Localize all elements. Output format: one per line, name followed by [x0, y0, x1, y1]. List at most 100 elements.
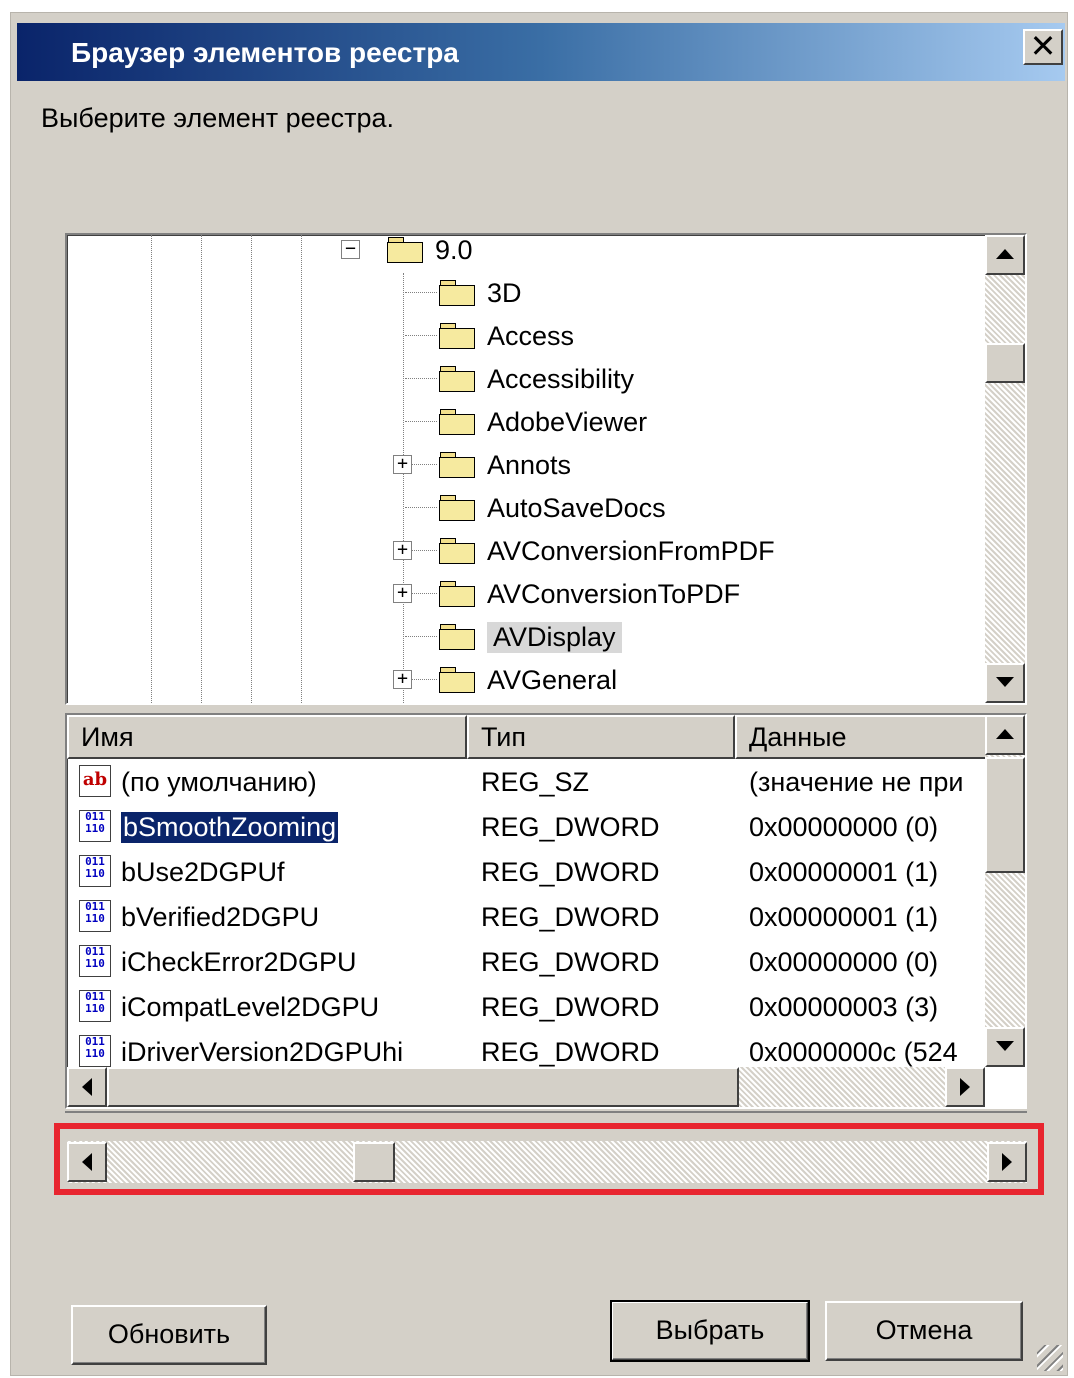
list-scroll-down-button[interactable]	[985, 1027, 1025, 1067]
prompt-label: Выберите элемент реестра.	[41, 103, 395, 133]
binary-value-icon: 011 110	[79, 810, 111, 842]
value-data: 0x00000000 (0)	[749, 947, 939, 977]
tree-item[interactable]: 3D	[439, 272, 522, 314]
tree-connector	[405, 421, 437, 422]
resize-grip-icon[interactable]	[1037, 1345, 1063, 1371]
window-title: Браузер элементов реестра	[71, 37, 459, 68]
tree-scroll-thumb[interactable]	[985, 343, 1025, 383]
folder-icon	[439, 495, 475, 521]
tree-item[interactable]: AVGeneral	[439, 659, 617, 701]
tree-guide-line	[301, 235, 302, 703]
value-type: REG_DWORD	[481, 1037, 660, 1067]
binary-value-icon: 011 110	[79, 855, 111, 887]
registry-tree[interactable]: 9.0 − 3D Access Accessibility AdobeViewer Anno…	[65, 233, 1027, 705]
tree-guide-line	[201, 235, 202, 703]
folder-icon	[439, 280, 475, 306]
value-type: REG_SZ	[481, 767, 590, 797]
folder-icon	[439, 581, 475, 607]
collapse-icon[interactable]: −	[341, 240, 360, 259]
cancel-button[interactable]: Отмена	[825, 1301, 1023, 1361]
registry-values-list[interactable]: Имя Тип Данные ab (по умолчанию) REG_SZ (зн…	[65, 713, 1027, 1109]
value-data: (значение не при	[749, 767, 964, 797]
list-item[interactable]: ab (по умолчанию) REG_SZ (значение не при	[67, 761, 987, 806]
title-bar[interactable]: Браузер элементов реестра ✕	[17, 23, 1065, 81]
tree-item[interactable]: Access	[439, 315, 574, 357]
list-item[interactable]: 011 110 bUse2DGPUf REG_DWORD 0x00000001 (1)	[67, 851, 987, 896]
folder-icon	[439, 323, 475, 349]
tree-item-label: AdobeViewer	[487, 406, 648, 437]
arrow-down-icon	[996, 1041, 1014, 1051]
tree-item-label: AVDisplay	[487, 621, 622, 653]
column-header-type[interactable]: Тип	[467, 715, 735, 759]
tree-item-label: 3D	[487, 277, 522, 308]
list-scroll-up-button[interactable]	[985, 715, 1025, 755]
binary-value-icon: 011 110	[79, 1035, 111, 1067]
arrow-up-icon	[996, 729, 1014, 739]
list-vertical-scrollbar[interactable]	[985, 715, 1025, 1067]
tree-vertical-scrollbar[interactable]	[985, 235, 1025, 703]
tree-item[interactable]: Accessibility	[439, 358, 634, 400]
value-type: REG_DWORD	[481, 902, 660, 932]
close-button[interactable]: ✕	[1023, 29, 1063, 65]
value-name: bVerified2DGPU	[121, 902, 320, 932]
expand-icon[interactable]: +	[393, 584, 412, 603]
expand-icon[interactable]: +	[393, 670, 412, 689]
list-item[interactable]: 011 110 iCompatLevel2DGPU REG_DWORD 0x00000…	[67, 986, 987, 1031]
tree-item[interactable]: 9.0	[387, 234, 473, 271]
value-name: bSmoothZooming	[119, 811, 340, 844]
value-name: iCheckError2DGPU	[121, 947, 357, 977]
value-type: REG_DWORD	[481, 812, 660, 842]
value-name: (по умолчанию)	[121, 767, 317, 797]
arrow-right-icon	[960, 1078, 970, 1096]
list-item[interactable]: 011 110 bVerified2DGPU REG_DWORD 0x00000001…	[67, 896, 987, 941]
select-button[interactable]: Выбрать	[610, 1300, 810, 1362]
folder-icon	[439, 624, 475, 650]
tree-item[interactable]: Annots	[439, 444, 571, 486]
folder-icon	[439, 452, 475, 478]
tree-item-label: AutoSaveDocs	[487, 492, 666, 523]
value-type: REG_DWORD	[481, 857, 660, 887]
value-name: bUse2DGPUf	[121, 857, 285, 887]
tree-item-label: 9.0	[435, 234, 473, 265]
folder-icon	[387, 237, 423, 263]
tree-item[interactable]: AVConversionFromPDF	[439, 530, 775, 572]
column-header-name[interactable]: Имя	[67, 715, 467, 759]
list-scroll-thumb[interactable]	[985, 757, 1025, 873]
folder-icon	[439, 366, 475, 392]
tree-guide-line	[151, 235, 152, 703]
registry-browser-dialog: Браузер элементов реестра ✕ Выберите эле…	[10, 12, 1068, 1376]
column-header-data[interactable]: Данные	[735, 715, 987, 759]
arrow-left-icon	[82, 1078, 92, 1096]
list-scroll-right-button[interactable]	[945, 1067, 985, 1107]
value-data: 0x00000001 (1)	[749, 902, 939, 932]
expand-icon[interactable]: +	[393, 541, 412, 560]
tree-scroll-down-button[interactable]	[985, 663, 1025, 703]
value-data: 0x0000000c (524	[749, 1037, 958, 1067]
binary-value-icon: 011 110	[79, 990, 111, 1022]
tree-item[interactable]: AdobeViewer	[439, 401, 647, 443]
value-type: REG_DWORD	[481, 947, 660, 977]
tree-item-label: AVConversionToPDF	[487, 578, 741, 609]
list-horizontal-thumb[interactable]	[107, 1067, 739, 1107]
value-data: 0x00000001 (1)	[749, 857, 939, 887]
folder-icon	[439, 409, 475, 435]
tree-scroll-up-button[interactable]	[985, 235, 1025, 275]
tree-item[interactable]: AVConversionToPDF	[439, 573, 740, 615]
folder-icon	[439, 667, 475, 693]
tree-item[interactable]: AutoSaveDocs	[439, 487, 666, 529]
list-scroll-left-button[interactable]	[67, 1067, 107, 1107]
list-horizontal-scrollbar[interactable]	[67, 1067, 985, 1107]
tree-item-label: AVConversionFromPDF	[487, 535, 775, 566]
tree-item-label: Accessibility	[487, 363, 635, 394]
tree-item-label: Access	[487, 320, 575, 351]
tree-item[interactable]: AVDisplay	[439, 616, 622, 658]
tree-guide-line	[403, 273, 404, 703]
tree-connector	[405, 378, 437, 379]
value-name: iDriverVersion2DGPUhi	[121, 1037, 404, 1067]
folder-icon	[439, 538, 475, 564]
list-item[interactable]: 011 110 bSmoothZooming REG_DWORD 0x00000000…	[67, 806, 987, 851]
refresh-button[interactable]: Обновить	[71, 1305, 267, 1365]
expand-icon[interactable]: +	[393, 455, 412, 474]
value-data: 0x00000003 (3)	[749, 992, 939, 1022]
list-item[interactable]: 011 110 iCheckError2DGPU REG_DWORD 0x000000…	[67, 941, 987, 986]
